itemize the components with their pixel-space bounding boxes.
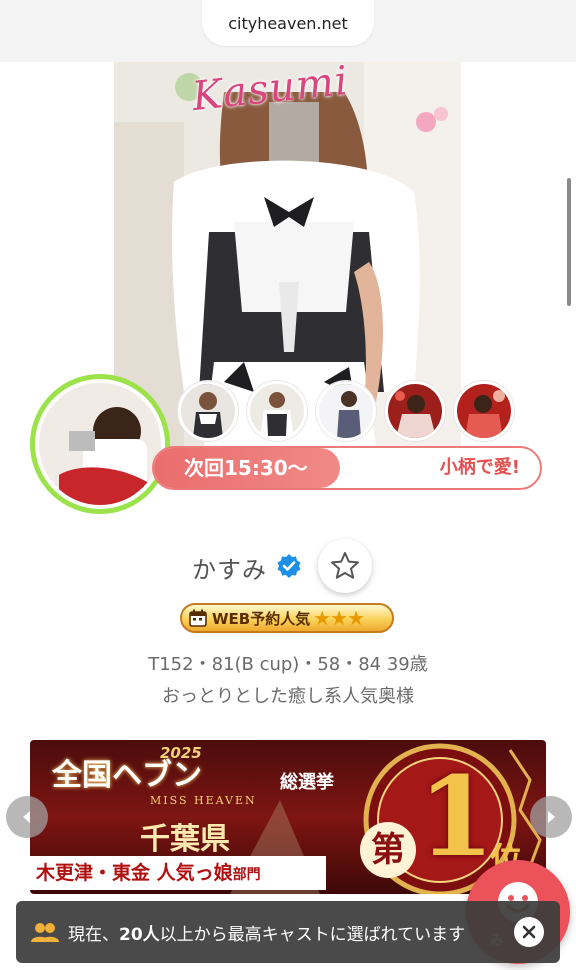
banner-title: 全国ヘブン <box>52 758 202 793</box>
thumbnail-1[interactable] <box>178 381 238 441</box>
banner-next-button[interactable] <box>530 796 572 838</box>
toast-close-button[interactable] <box>514 917 544 947</box>
thumbnail-5[interactable] <box>454 381 514 441</box>
chevron-right-icon <box>548 811 555 823</box>
notification-toast: 現在、20人以上から最高キャストに選ばれています <box>16 901 560 963</box>
cast-name: かすみ <box>192 556 267 584</box>
slot-message-ticker: 小柄で愛! <box>439 457 520 478</box>
avatar-photo <box>39 383 161 505</box>
thumbnail-4[interactable] <box>385 381 445 441</box>
cast-spec: T152・81(B cup)・58・84 39歳 <box>148 654 428 675</box>
profile-page: cityheaven.net Kasumi 次回15:30〜 小柄で愛! かすみ… <box>0 0 576 970</box>
next-slot-time: 次回15:30〜 <box>184 456 308 480</box>
badge-label: WEB予約人気 <box>212 609 311 628</box>
close-icon <box>522 925 536 939</box>
chevron-left-icon <box>23 811 30 823</box>
banner-prefecture: 千葉県 <box>140 822 230 857</box>
thumbnail-3[interactable] <box>316 381 376 441</box>
photo-thumbnails <box>178 381 514 441</box>
toast-message: 現在、20人以上から最高キャストに選ばれています <box>68 920 465 945</box>
next-slot-bar[interactable]: 次回15:30〜 小柄で愛! <box>152 446 542 490</box>
badge-stars: ★★★ <box>313 606 365 630</box>
calendar-icon <box>189 609 207 627</box>
banner-category: 木更津・東金 人気っ娘部門 <box>30 856 326 890</box>
cast-catchphrase: おっとりとした癒し系人気奥様 <box>162 686 414 707</box>
toast-count: 20人 <box>119 924 160 945</box>
banner-area: 木更津・東金 人気っ娘 <box>36 862 233 884</box>
banner-election: 総選挙 <box>280 772 334 793</box>
toast-text-after: 以上から最高キャストに選ばれています <box>159 924 466 945</box>
banner-prev-button[interactable] <box>6 796 48 838</box>
star-outline-icon <box>331 552 359 579</box>
browser-top-bar: cityheaven.net <box>0 0 576 62</box>
name-row: かすみ <box>0 539 576 593</box>
avatar-illustration <box>39 383 161 505</box>
verified-icon <box>277 554 301 578</box>
url-bar[interactable]: cityheaven.net <box>202 0 374 46</box>
toast-text-before: 現在、 <box>68 924 119 945</box>
rank-prefix: 第 <box>360 822 416 878</box>
profile-avatar[interactable] <box>30 374 170 514</box>
banner-area-suffix: 部門 <box>232 867 261 883</box>
favorite-button[interactable] <box>318 539 372 593</box>
people-icon <box>31 923 59 942</box>
thumbnail-2[interactable] <box>247 381 307 441</box>
web-reservation-popularity-badge: WEB予約人気 ★★★ <box>180 603 394 633</box>
scrollbar[interactable] <box>567 178 571 306</box>
banner-subtitle: MISS HEAVEN <box>150 794 257 807</box>
